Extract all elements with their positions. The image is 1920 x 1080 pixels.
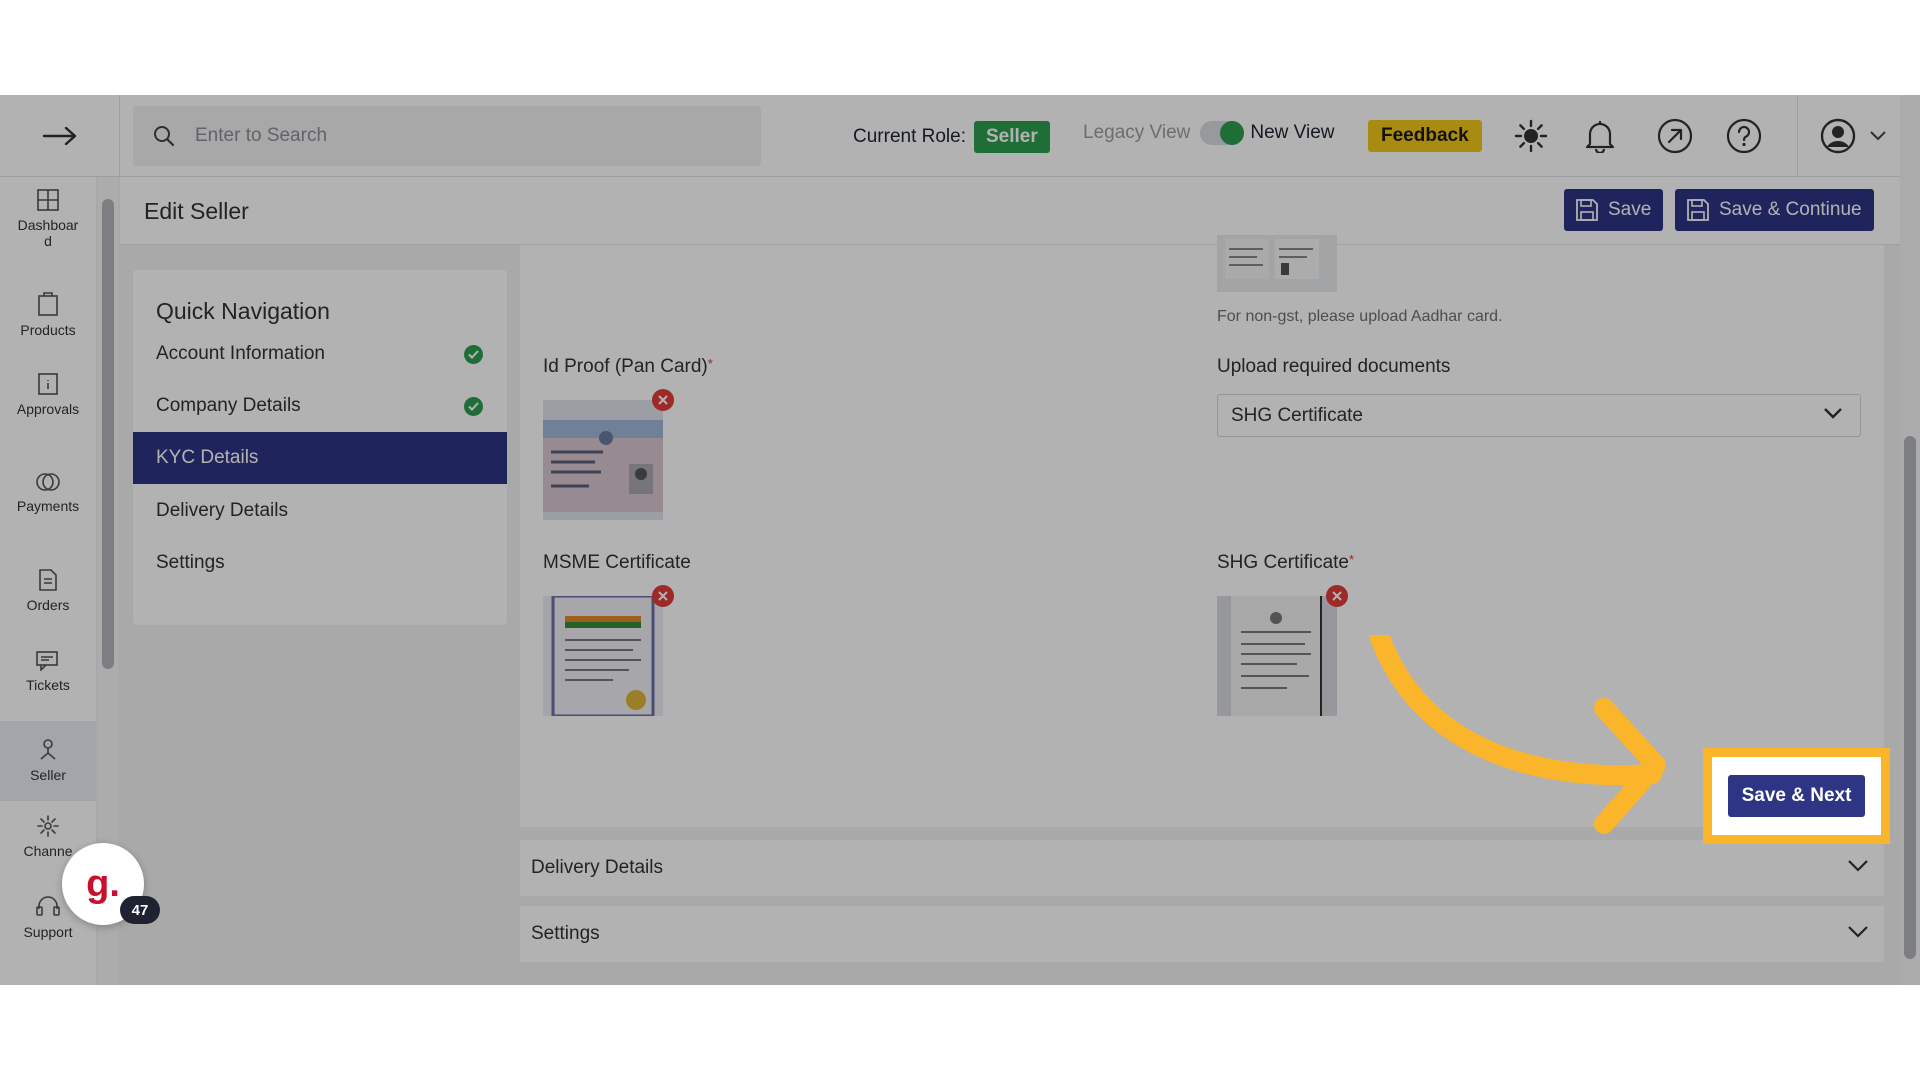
highlight-box: Save & Next (1703, 748, 1890, 844)
guide-widget-logo: g. (86, 862, 120, 905)
pointer-arrow-icon (1369, 635, 1666, 834)
guide-widget-count: 47 (120, 896, 160, 924)
save-next-button[interactable]: Save & Next (1727, 775, 1866, 817)
app-window: Current Role: Seller Legacy View New Vie… (0, 95, 1920, 985)
